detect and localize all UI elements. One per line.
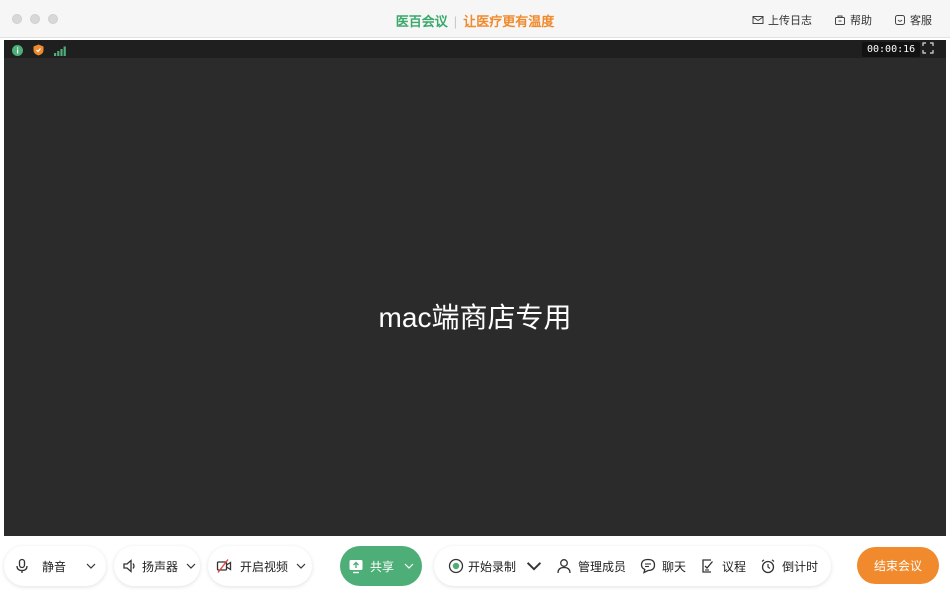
record-icon [448, 558, 464, 574]
countdown-label: 倒计时 [782, 559, 819, 574]
support-icon [895, 15, 905, 25]
help-button[interactable]: 帮助 [834, 12, 872, 28]
info-icon[interactable] [12, 43, 23, 61]
video-stage[interactable] [4, 40, 946, 536]
share-label: 共享 [369, 559, 394, 574]
end-meeting-button[interactable]: 结束会议 [857, 547, 939, 584]
speaker-button[interactable]: 扬声器 [122, 558, 178, 575]
bottom-toolbar: 静音 扬声器 开启视频 共享 开始录制 管理成员 聊天 议程 倒计时 结束会议 [0, 536, 950, 594]
user-icon [557, 559, 571, 574]
mute-label: 静音 [42, 559, 67, 574]
help-bag-icon [835, 15, 845, 25]
status-icons [12, 43, 66, 61]
chat-label: 聊天 [662, 559, 687, 574]
speaker-chevron-down-icon[interactable] [186, 561, 196, 571]
brand-separator: | [453, 14, 458, 29]
upload-log-button[interactable]: 上传日志 [752, 12, 812, 28]
microphone-icon [16, 558, 28, 573]
fullscreen-icon[interactable] [922, 42, 934, 54]
shield-icon[interactable] [33, 43, 44, 61]
meeting-tools: 开始录制 管理成员 聊天 议程 倒计时 [434, 546, 831, 586]
start-video-label: 开启视频 [240, 559, 289, 574]
chat-button[interactable]: 聊天 [640, 558, 686, 575]
chat-bubble-icon [640, 558, 656, 574]
speaker-label: 扬声器 [142, 559, 179, 574]
share-button[interactable]: 共享 [340, 546, 422, 586]
title-bar: 医百会议 | 让医疗更有温度 上传日志 帮助 客服 [0, 0, 950, 38]
alarm-clock-icon [761, 559, 775, 574]
start-recording-button[interactable]: 开始录制 [448, 558, 542, 575]
start-recording-label: 开始录制 [468, 559, 517, 574]
manage-members-button[interactable]: 管理成员 [556, 558, 626, 575]
video-control: 开启视频 [208, 546, 312, 586]
brand-slogan: 让医疗更有温度 [463, 14, 555, 29]
video-chevron-down-icon[interactable] [296, 561, 306, 571]
agenda-button[interactable]: 议程 [700, 558, 746, 575]
share-chevron-down-icon[interactable] [404, 561, 414, 571]
speaker-icon [123, 559, 135, 573]
record-chevron-down-icon[interactable] [526, 558, 542, 574]
meeting-timer: 00:00:16 [862, 42, 921, 57]
mute-button[interactable]: 静音 [14, 558, 66, 575]
help-label: 帮助 [850, 15, 872, 27]
stage-top-bar [4, 40, 946, 58]
agenda-label: 议程 [722, 559, 747, 574]
mute-chevron-down-icon[interactable] [86, 561, 96, 571]
mute-control: 静音 [4, 546, 106, 586]
stage-center-text: mac端商店专用 [378, 302, 572, 333]
manage-members-label: 管理成员 [578, 559, 627, 574]
agenda-checklist-icon [702, 559, 714, 573]
upload-log-label: 上传日志 [768, 15, 812, 27]
signal-strength-icon[interactable] [54, 43, 66, 61]
support-button[interactable]: 客服 [894, 12, 932, 28]
brand-name: 医百会议 [395, 14, 448, 29]
countdown-button[interactable]: 倒计时 [760, 558, 818, 575]
video-off-icon [216, 559, 232, 573]
top-actions: 上传日志 帮助 客服 [752, 12, 932, 28]
mail-icon [752, 16, 764, 24]
support-label: 客服 [910, 15, 932, 27]
start-video-button[interactable]: 开启视频 [216, 558, 288, 575]
speaker-control: 扬声器 [114, 546, 200, 586]
share-screen-icon [349, 560, 363, 574]
